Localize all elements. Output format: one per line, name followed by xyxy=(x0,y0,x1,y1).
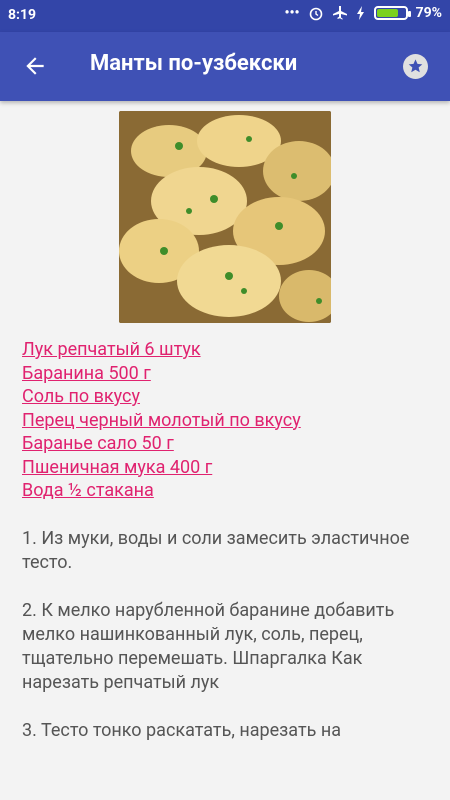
page-title: Манты по-узбекски xyxy=(90,51,298,76)
arrow-back-icon[interactable] xyxy=(22,53,48,79)
status-time: 8:19 xyxy=(8,7,37,23)
alarm-icon xyxy=(309,7,322,21)
ingredient-link[interactable]: Вода ½ стакана xyxy=(22,479,432,503)
recipe-step: 1. Из муки, воды и соли замесить эластич… xyxy=(22,528,410,573)
manty-dumplings-image xyxy=(119,111,331,323)
battery-level xyxy=(376,9,399,17)
status-icons: ••• 79% xyxy=(284,5,442,21)
ingredient-link[interactable]: Пшеничная мука 400 г xyxy=(22,456,432,480)
ingredient-link[interactable]: Соль по вкусу xyxy=(22,385,432,409)
recipe-steps: 1. Из муки, воды и соли замесить эластич… xyxy=(22,527,442,767)
ingredient-link[interactable]: Лук репчатый 6 штук xyxy=(22,338,432,362)
ingredient-link[interactable]: Баранина 500 г xyxy=(22,362,432,386)
star-icon xyxy=(408,59,423,73)
charging-icon xyxy=(356,6,364,20)
status-bar: 8:19 ••• 79% xyxy=(0,0,450,32)
battery-icon xyxy=(373,6,411,20)
ingredients-list: Лук репчатый 6 штук Баранина 500 г Соль … xyxy=(22,338,432,503)
ingredient-link[interactable]: Перец черный молотый по вкусу xyxy=(22,409,432,433)
battery-percent: 79% xyxy=(415,5,442,21)
app-bar: Манты по-узбекски xyxy=(0,32,450,101)
recipe-step: 2. К мелко нарубленной баранине добавить… xyxy=(22,600,395,693)
more-icon: ••• xyxy=(284,5,300,21)
recipe-step: 3. Тесто тонко раскатать, нарезать на xyxy=(22,720,342,741)
recipe-image xyxy=(119,111,331,323)
favorite-button[interactable] xyxy=(403,54,428,79)
airplane-mode-icon xyxy=(332,6,347,20)
ingredient-link[interactable]: Баранье сало 50 г xyxy=(22,432,432,456)
